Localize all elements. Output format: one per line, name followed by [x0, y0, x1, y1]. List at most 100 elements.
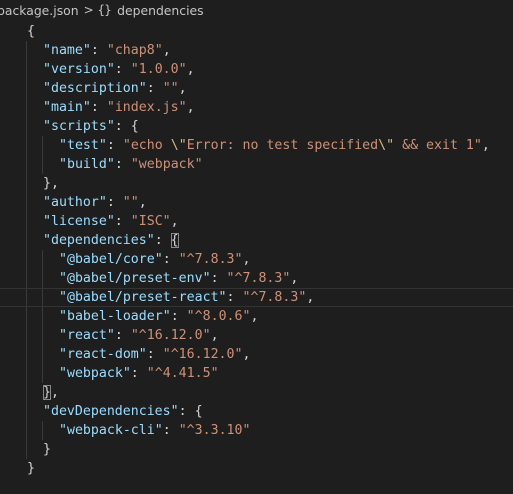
code-line[interactable]: "@babel/core": "^7.8.3",: [0, 250, 513, 269]
code-line[interactable]: "version": "1.0.0",: [0, 60, 513, 79]
code-line-content: "build": "webpack": [59, 155, 203, 174]
punctuation: ,: [178, 81, 187, 96]
code-line[interactable]: "webpack-cli": "^3.3.10": [0, 421, 513, 440]
json-key: "@babel/preset-react": [59, 290, 227, 305]
punctuation: :: [106, 195, 123, 210]
punctuation: ,: [250, 309, 259, 324]
code-line[interactable]: "babel-loader": "^8.0.6",: [0, 307, 513, 326]
json-string: "1.0.0": [130, 62, 187, 77]
punctuation: ,: [170, 214, 179, 229]
json-key: "version": [43, 62, 115, 77]
punctuation: ,: [210, 328, 219, 343]
indent-guide: [26, 117, 27, 136]
punctuation: ,: [242, 347, 251, 362]
code-line[interactable]: {: [0, 22, 513, 41]
punctuation: ,: [186, 100, 195, 115]
code-line[interactable]: }: [0, 459, 513, 478]
punctuation: :: [146, 81, 163, 96]
code-line-content: "@babel/preset-env": "^7.8.3",: [59, 269, 298, 288]
escape-sequence: \": [170, 138, 187, 153]
matched-bracket: }: [43, 385, 51, 400]
indent-guide: [26, 269, 27, 288]
code-line[interactable]: }: [0, 440, 513, 459]
code-line[interactable]: "name": "chap8",: [0, 41, 513, 60]
code-line[interactable]: "description": "",: [0, 79, 513, 98]
code-line[interactable]: "license": "ISC",: [0, 212, 513, 231]
indent-guide: [26, 440, 27, 459]
code-line-content: "description": "",: [43, 79, 187, 98]
code-line-content: "dependencies": {: [43, 231, 179, 250]
code-line[interactable]: "test": "echo \"Error: no test specified…: [0, 136, 513, 155]
code-line[interactable]: "devDependencies": {: [0, 402, 513, 421]
indent-guide: [26, 307, 27, 326]
punctuation: :: [210, 271, 227, 286]
code-line[interactable]: "@babel/preset-env": "^7.8.3",: [0, 269, 513, 288]
json-string: "^7.8.3": [242, 290, 307, 305]
json-key: "author": [43, 195, 107, 210]
code-line[interactable]: "scripts": {: [0, 117, 513, 136]
indent-guide: [26, 79, 27, 98]
code-line[interactable]: "build": "webpack": [0, 155, 513, 174]
breadcrumb-node[interactable]: dependencies: [117, 3, 204, 18]
json-string: "^4.41.5": [146, 366, 219, 381]
code-line[interactable]: "@babel/preset-react": "^7.8.3",: [0, 288, 513, 307]
json-key: "webpack": [59, 366, 131, 381]
json-key: "babel-loader": [59, 309, 171, 324]
code-line[interactable]: "react-dom": "^16.12.0",: [0, 345, 513, 364]
json-string: && exit 1": [394, 138, 482, 153]
code-line-content: },: [43, 174, 59, 193]
indent-guide: [26, 421, 27, 440]
punctuation: :: [106, 138, 123, 153]
punctuation: }: [27, 461, 35, 476]
breadcrumb: package.json > {} dependencies: [0, 0, 513, 20]
indent-guide: [42, 307, 43, 326]
json-key: "scripts": [43, 119, 115, 134]
json-key: "license": [43, 214, 115, 229]
code-line-content: "name": "chap8",: [43, 41, 171, 60]
code-line[interactable]: "author": "",: [0, 193, 513, 212]
code-line[interactable]: },: [0, 174, 513, 193]
breadcrumb-file[interactable]: package.json: [0, 3, 79, 18]
code-line[interactable]: "main": "index.js",: [0, 98, 513, 117]
punctuation: ,: [306, 290, 315, 305]
punctuation: :: [114, 157, 131, 172]
indent-guide: [26, 364, 27, 383]
punctuation: : {: [114, 119, 139, 134]
code-line[interactable]: },: [0, 383, 513, 402]
punctuation: ,: [186, 62, 195, 77]
indent-guide: [26, 136, 27, 155]
indent-guide: [42, 326, 43, 345]
code-editor[interactable]: package.json > {} dependencies {"name": …: [0, 0, 513, 494]
punctuation: ,: [290, 271, 299, 286]
code-line[interactable]: "webpack": "^4.41.5": [0, 364, 513, 383]
json-key: "main": [43, 100, 91, 115]
indent-guide: [26, 231, 27, 250]
punctuation: :: [114, 328, 131, 343]
indent-guide: [42, 421, 43, 440]
escape-sequence: \": [378, 138, 395, 153]
code-line-content: "scripts": {: [43, 117, 139, 136]
indent-guide: [42, 345, 43, 364]
indent-guide: [26, 212, 27, 231]
code-line[interactable]: "react": "^16.12.0",: [0, 326, 513, 345]
punctuation: }: [43, 442, 51, 457]
json-string: "index.js": [106, 100, 187, 115]
code-area[interactable]: {"name": "chap8", "version": "1.0.0", "des…: [0, 22, 513, 478]
json-string: "": [122, 195, 139, 210]
punctuation: ,: [242, 252, 251, 267]
code-line-content: "react-dom": "^16.12.0",: [59, 345, 250, 364]
punctuation: : {: [178, 404, 203, 419]
json-string: "ISC": [130, 214, 171, 229]
json-string: "^7.8.3": [226, 271, 291, 286]
code-line-content: "@babel/preset-react": "^7.8.3",: [59, 289, 314, 306]
punctuation: },: [43, 176, 59, 191]
code-line[interactable]: "dependencies": {: [0, 231, 513, 250]
punctuation: :: [130, 366, 147, 381]
json-key: "react-dom": [59, 347, 147, 362]
indent-guide: [42, 250, 43, 269]
code-line-content: "babel-loader": "^8.0.6",: [59, 307, 258, 326]
punctuation: :: [90, 43, 107, 58]
code-line-content: "webpack-cli": "^3.3.10": [59, 421, 250, 440]
indent-guide: [26, 155, 27, 174]
punctuation: ,: [138, 195, 147, 210]
